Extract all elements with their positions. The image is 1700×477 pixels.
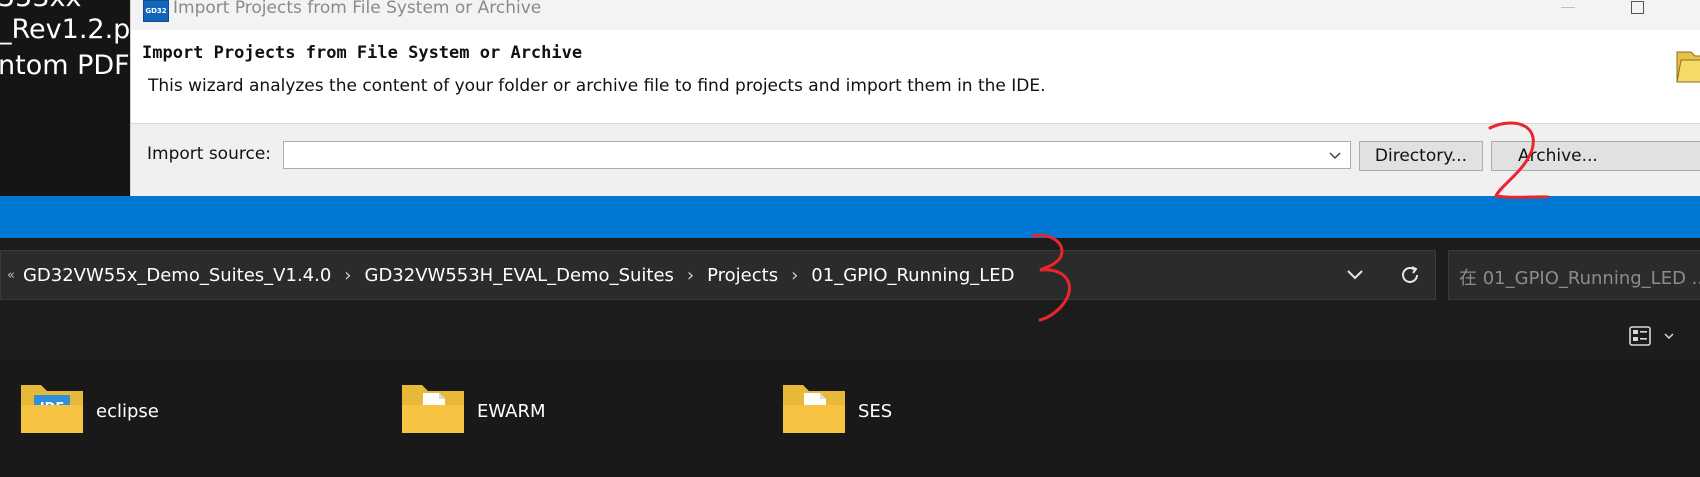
minimize-button[interactable] [1561, 7, 1575, 8]
wizard-header: Import Projects from File System or Arch… [131, 30, 1700, 124]
import-source-label: Import source: [147, 144, 272, 164]
explorer-address-area: « GD32VW55x_Demo_Suites_V1.4.0 › GD32VW5… [0, 238, 1700, 313]
import-projects-dialog: GD32 Import Projects from File System or… [130, 0, 1700, 196]
breadcrumb-item[interactable]: GD32VW55x_Demo_Suites_V1.4.0 [23, 265, 331, 286]
dialog-window-title: Import Projects from File System or Arch… [173, 0, 542, 18]
folder-doc-icon [402, 385, 464, 433]
maximize-button[interactable] [1631, 1, 1644, 14]
background-pdf-window: 553xx _Rev1.2.p ntom PDF [0, 0, 130, 196]
explorer-toolbar [0, 313, 1700, 359]
address-history-dropdown-icon[interactable] [1345, 268, 1365, 282]
breadcrumb-item[interactable]: 01_GPIO_Running_LED [811, 265, 1014, 286]
address-bar[interactable]: « GD32VW55x_Demo_Suites_V1.4.0 › GD32VW5… [0, 250, 1436, 300]
screenshot-stage: 553xx _Rev1.2.p ntom PDF GD32 Import Pro… [0, 0, 1700, 477]
breadcrumb-item[interactable]: GD32VW553H_EVAL_Demo_Suites [365, 265, 674, 286]
wizard-title: Import Projects from File System or Arch… [142, 43, 583, 63]
dialog-titlebar[interactable]: GD32 Import Projects from File System or… [131, 0, 1700, 30]
breadcrumb-separator-icon[interactable]: › [344, 265, 351, 286]
folder-name: EWARM [477, 401, 546, 422]
search-placeholder: 在 01_GPIO_Running_LED ... [1459, 268, 1700, 289]
import-source-combo[interactable] [283, 141, 1351, 169]
refresh-icon[interactable] [1399, 264, 1421, 286]
pdf-text-line: 553xx [0, 0, 82, 13]
breadcrumb-item[interactable]: Projects [707, 265, 778, 286]
search-input[interactable]: 在 01_GPIO_Running_LED ... [1448, 250, 1700, 300]
pdf-text-line: ntom PDF [0, 50, 130, 81]
chevron-down-icon[interactable] [1328, 148, 1342, 162]
pdf-text-line: _Rev1.2.p [0, 14, 130, 45]
import-source-row: Import source: Directory... Archive... [131, 132, 1700, 176]
folder-name: eclipse [96, 401, 159, 422]
archive-button[interactable]: Archive... [1491, 141, 1700, 171]
breadcrumb-separator-icon[interactable]: › [791, 265, 798, 286]
wizard-description: This wizard analyzes the content of your… [148, 76, 1046, 96]
breadcrumb: « GD32VW55x_Demo_Suites_V1.4.0 › GD32VW5… [7, 251, 1015, 299]
breadcrumb-separator-icon[interactable]: › [687, 265, 694, 286]
explorer-title-band [0, 196, 1700, 238]
wizard-folder-icon [1676, 51, 1700, 83]
folder-ide-icon: IDE [21, 385, 83, 433]
directory-button[interactable]: Directory... [1359, 141, 1483, 171]
folder-doc-icon [783, 385, 845, 433]
view-mode-chevron-icon[interactable] [1664, 333, 1674, 339]
folder-content-area: IDE eclipse EWARM SES [0, 359, 1700, 477]
app-icon: GD32 [143, 0, 169, 22]
folder-name: SES [858, 401, 893, 422]
view-mode-icon[interactable] [1628, 324, 1652, 348]
breadcrumb-overflow-icon[interactable]: « [7, 268, 15, 283]
